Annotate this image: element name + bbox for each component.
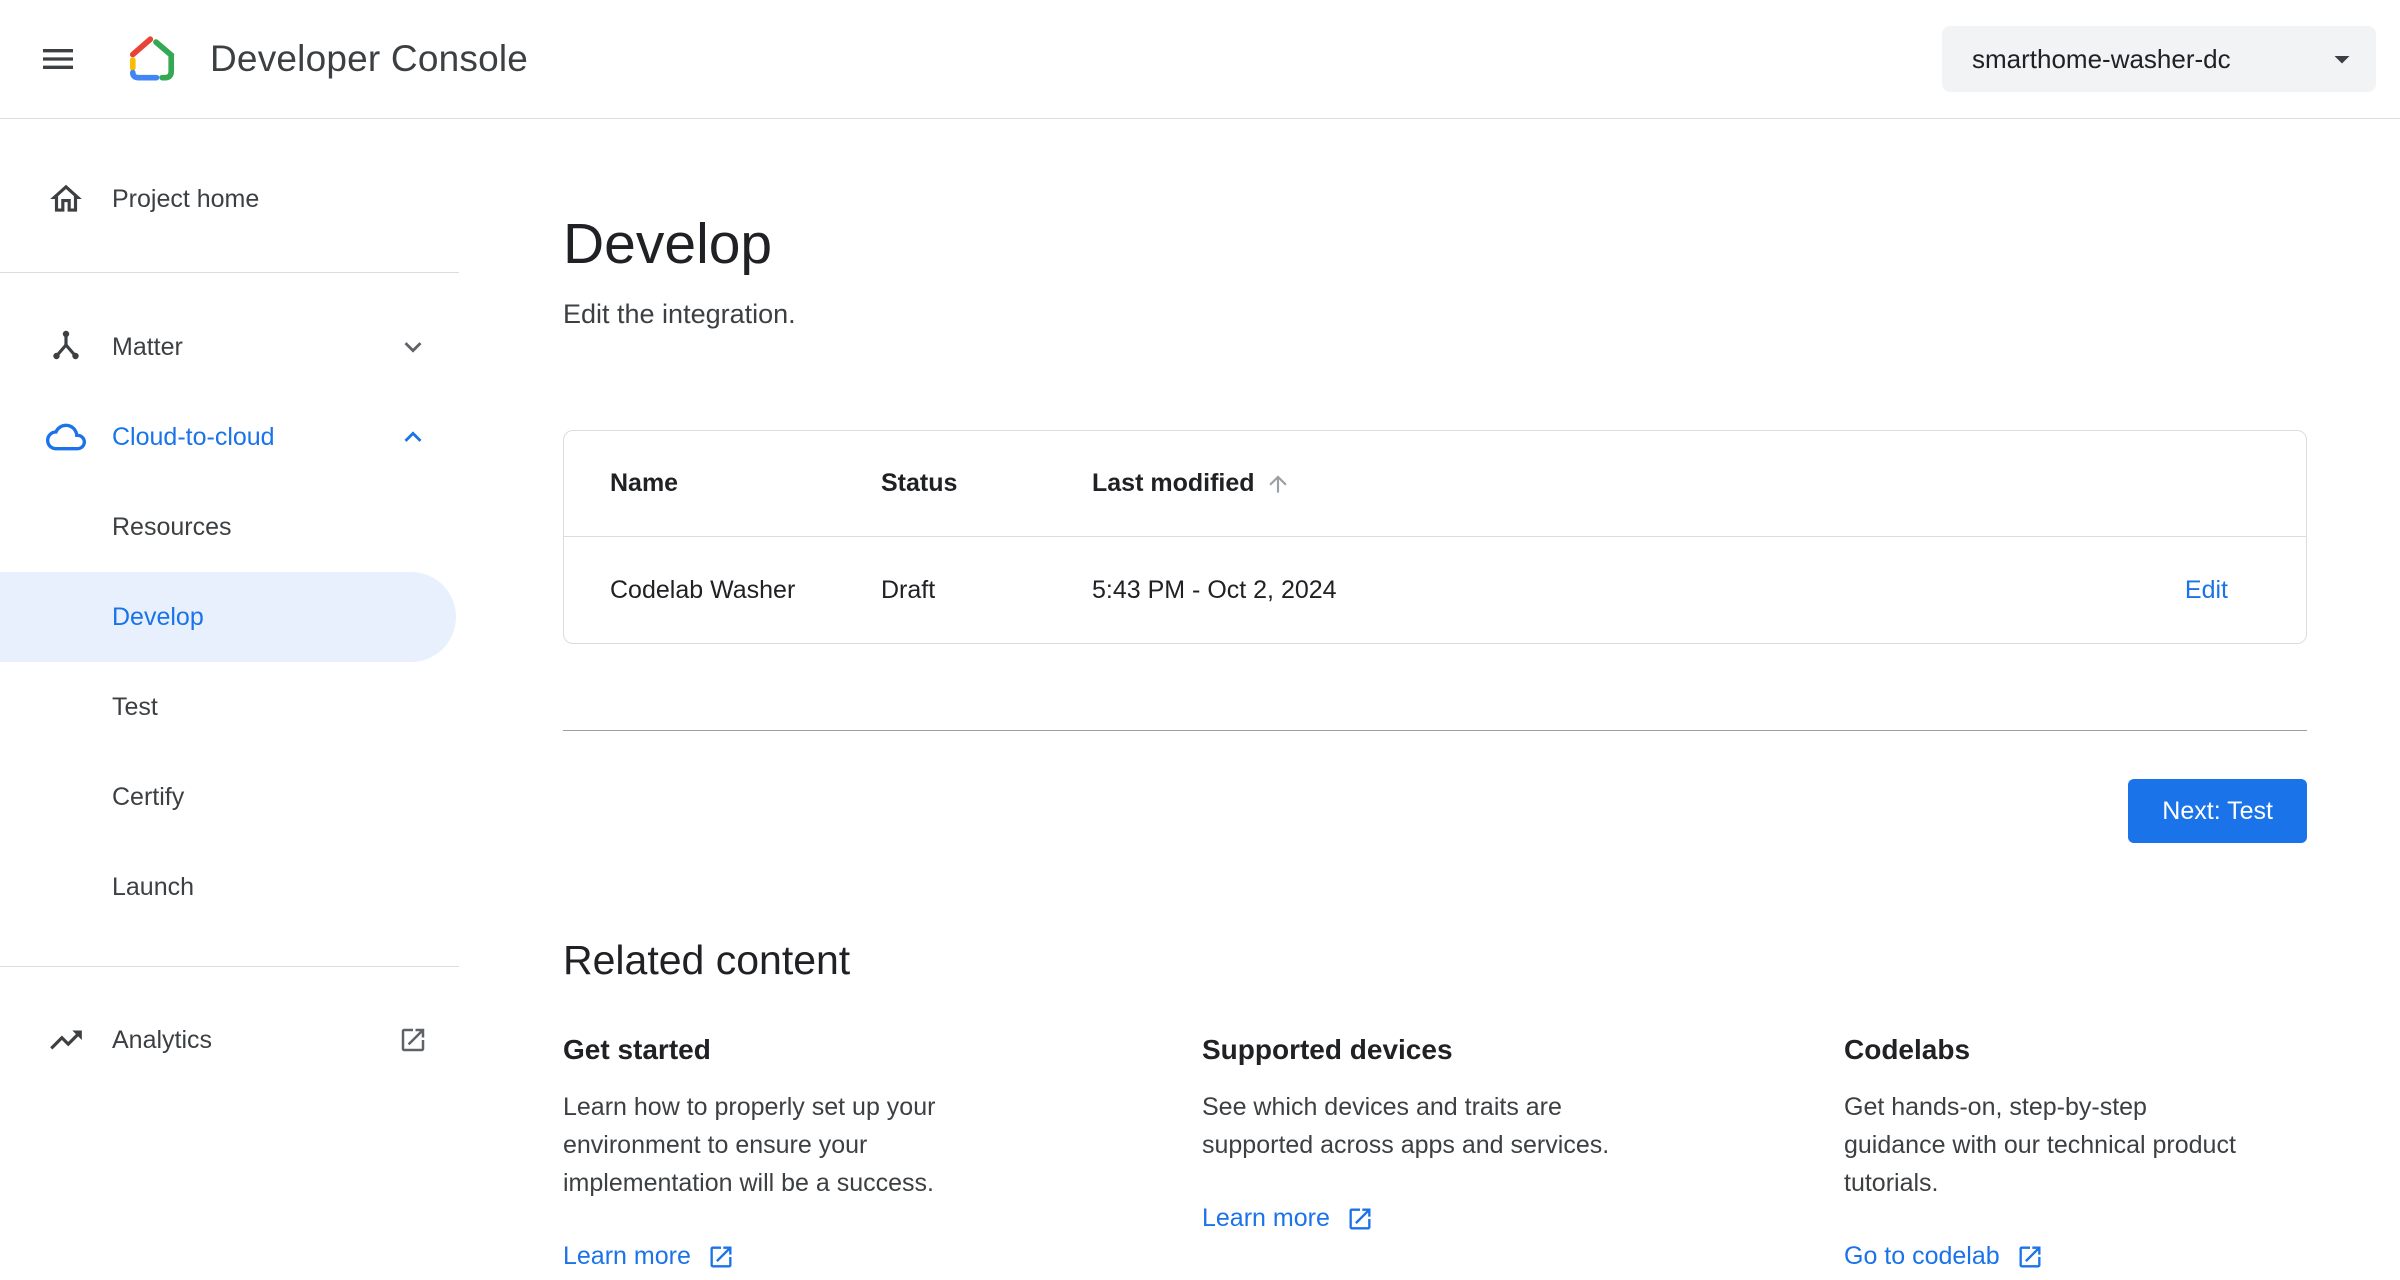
sidebar-item-cloud-to-cloud[interactable]: Cloud-to-cloud: [0, 392, 459, 482]
dropdown-arrow-icon: [2324, 41, 2360, 77]
sidebar-item-label: Launch: [112, 872, 195, 901]
integrations-table: Name Status Last modified Codelab Washer…: [563, 430, 2307, 644]
sidebar-item-label: Test: [112, 692, 158, 721]
related-content-cards: Get started Learn how to properly set up…: [563, 1034, 2307, 1271]
sidebar-item-label: Certify: [112, 782, 185, 811]
analytics-icon: [46, 1020, 86, 1060]
project-selector[interactable]: smarthome-washer-dc: [1942, 26, 2376, 92]
open-in-new-icon: [2016, 1243, 2044, 1271]
table-header-last-modified[interactable]: Last modified: [1092, 469, 1978, 498]
sort-arrow-icon: [1265, 471, 1291, 497]
sidebar: Project home Matter Cloud-to-cloud Resou…: [0, 119, 459, 1280]
next-test-button[interactable]: Next: Test: [2128, 779, 2307, 843]
page-subtitle: Edit the integration.: [563, 299, 796, 329]
main-content: Develop Edit the integration. Name Statu…: [459, 119, 2400, 1280]
cloud-icon: [46, 417, 86, 457]
edit-link[interactable]: Edit: [2185, 576, 2228, 604]
sidebar-item-resources[interactable]: Resources: [0, 482, 459, 572]
project-selector-value: smarthome-washer-dc: [1972, 43, 2231, 74]
sidebar-item-project-home[interactable]: Project home: [0, 149, 459, 249]
google-home-logo: [124, 33, 180, 85]
app-title: Developer Console: [210, 38, 529, 79]
sidebar-item-label: Develop: [112, 602, 204, 631]
open-in-new-icon: [1346, 1205, 1374, 1233]
sidebar-item-label: Resources: [112, 512, 232, 541]
sidebar-item-label: Cloud-to-cloud: [112, 422, 275, 451]
card-body: Learn how to properly set up your enviro…: [563, 1093, 936, 1197]
sidebar-item-matter[interactable]: Matter: [0, 302, 459, 392]
chevron-up-icon: [395, 419, 431, 455]
card-body: See which devices and traits are support…: [1202, 1093, 1610, 1159]
section-divider: [563, 730, 2307, 731]
chevron-down-icon: [395, 329, 431, 365]
card-title: Codelabs: [1844, 1034, 1971, 1065]
menu-icon: [38, 39, 78, 79]
table-header-name: Name: [610, 469, 679, 497]
card-codelabs: Codelabs Get hands-on, step-by-step guid…: [1844, 1034, 2307, 1271]
cell-name: Codelab Washer: [610, 575, 796, 604]
card-title: Get started: [563, 1034, 711, 1065]
related-content-heading: Related content: [563, 937, 851, 983]
sidebar-divider: [0, 966, 459, 967]
sidebar-item-launch[interactable]: Launch: [0, 842, 459, 932]
table-row: Codelab Washer Draft 5:43 PM - Oct 2, 20…: [564, 537, 2306, 643]
sidebar-item-test[interactable]: Test: [0, 662, 459, 752]
table-header-row: Name Status Last modified: [564, 431, 2306, 537]
learn-more-link[interactable]: Learn more: [563, 1242, 735, 1271]
card-title: Supported devices: [1202, 1034, 1453, 1065]
sidebar-item-label: Matter: [112, 332, 183, 361]
cell-status: Draft: [881, 575, 936, 604]
card-body: Get hands-on, step-by-step guidance with…: [1844, 1093, 2236, 1197]
sidebar-item-certify[interactable]: Certify: [0, 752, 459, 842]
sidebar-item-label: Analytics: [112, 1025, 213, 1054]
card-supported-devices: Supported devices See which devices and …: [1202, 1034, 1844, 1271]
home-icon: [46, 179, 86, 219]
sidebar-item-analytics[interactable]: Analytics: [0, 995, 459, 1085]
go-to-codelab-link[interactable]: Go to codelab: [1844, 1242, 2044, 1271]
cell-last-modified: 5:43 PM - Oct 2, 2024: [1092, 575, 1337, 604]
card-get-started: Get started Learn how to properly set up…: [563, 1034, 1202, 1271]
menu-button[interactable]: [30, 31, 86, 87]
open-in-new-icon: [707, 1243, 735, 1271]
sidebar-divider: [0, 272, 459, 273]
open-in-new-icon: [395, 1022, 431, 1058]
sidebar-item-label: Project home: [112, 184, 260, 213]
table-header-status: Status: [881, 469, 958, 497]
matter-icon: [46, 327, 86, 367]
page-title: Develop: [563, 212, 773, 276]
sidebar-item-develop[interactable]: Develop: [0, 572, 456, 662]
app-header: Developer Console smarthome-washer-dc: [0, 0, 2400, 119]
learn-more-link[interactable]: Learn more: [1202, 1204, 1374, 1233]
